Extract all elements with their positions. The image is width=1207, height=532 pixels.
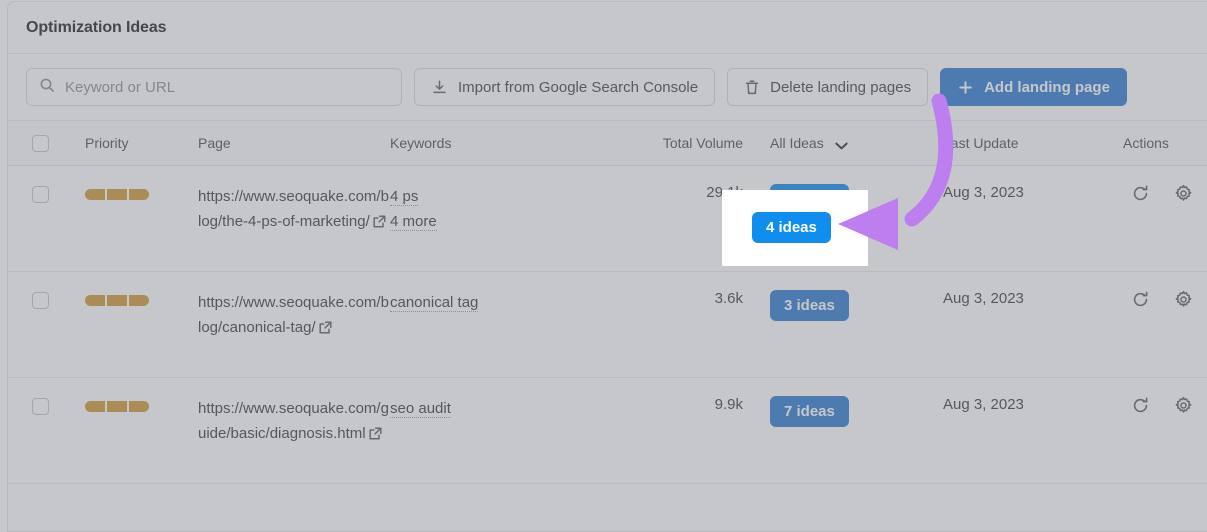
- gear-icon[interactable]: [1174, 290, 1193, 309]
- import-from-gsc-button[interactable]: Import from Google Search Console: [414, 68, 716, 106]
- import-from-gsc-label: Import from Google Search Console: [458, 78, 699, 96]
- search-input-wrapper[interactable]: [26, 68, 402, 106]
- row-select-cell: [8, 396, 73, 415]
- page-cell: https://www.seoquake.com/guide/basic/dia…: [198, 396, 390, 446]
- table-row: https://www.seoquake.com/blog/canonical-…: [8, 272, 1207, 378]
- priority-cell: [73, 396, 198, 412]
- toolbar: Import from Google Search Console Delete…: [8, 54, 1207, 120]
- keywords-cell: canonical tag: [390, 290, 625, 315]
- optimization-ideas-table: Priority Page Keywords Total Volume All …: [8, 120, 1207, 484]
- select-all-cell: [8, 134, 73, 152]
- row-select-cell: [8, 184, 73, 203]
- actions-cell: [1113, 184, 1207, 203]
- priority-segment: [129, 401, 149, 412]
- chevron-down-icon: [834, 142, 848, 150]
- external-link-icon[interactable]: [372, 214, 387, 233]
- page-cell: https://www.seoquake.com/blog/canonical-…: [198, 290, 390, 340]
- optimization-ideas-panel: Optimization Ideas Import from Google: [7, 1, 1207, 532]
- ideas-filter-label: All Ideas: [770, 135, 824, 151]
- priority-bars: [85, 189, 198, 200]
- priority-segment: [129, 189, 149, 200]
- search-icon: [39, 77, 55, 98]
- priority-segment: [85, 295, 105, 306]
- keyword-link[interactable]: canonical tag: [390, 294, 479, 312]
- external-link-icon[interactable]: [318, 320, 333, 339]
- header-page[interactable]: Page: [198, 135, 390, 151]
- select-all-checkbox[interactable]: [32, 134, 49, 152]
- priority-segment: [85, 189, 105, 200]
- last-update-value: Aug 3, 2023: [943, 396, 1024, 413]
- add-landing-page-label: Add landing page: [984, 78, 1110, 96]
- row-checkbox[interactable]: [32, 398, 49, 415]
- row-checkbox[interactable]: [32, 292, 49, 309]
- table-header-row: Priority Page Keywords Total Volume All …: [8, 120, 1207, 166]
- priority-segment: [129, 295, 149, 306]
- keyword-more-link[interactable]: 4 more: [390, 213, 437, 231]
- row-checkbox[interactable]: [32, 186, 49, 203]
- priority-cell: [73, 290, 198, 306]
- refresh-icon[interactable]: [1131, 184, 1150, 203]
- highlighted-ideas-badge[interactable]: 4 ideas: [752, 212, 831, 243]
- ideas-cell: 7 ideas: [743, 396, 943, 427]
- refresh-icon[interactable]: [1131, 396, 1150, 415]
- page-url[interactable]: https://www.seoquake.com/blog/canonical-…: [198, 294, 389, 336]
- delete-landing-pages-button[interactable]: Delete landing pages: [727, 68, 929, 106]
- delete-landing-pages-label: Delete landing pages: [770, 78, 912, 96]
- external-link-icon[interactable]: [368, 426, 383, 445]
- header-actions: Actions: [1123, 135, 1169, 151]
- keyword-link[interactable]: 4 ps: [390, 188, 419, 206]
- total-volume-value: 9.9k: [714, 396, 743, 413]
- trash-icon: [744, 79, 760, 96]
- gear-icon[interactable]: [1174, 396, 1193, 415]
- ideas-badge[interactable]: 3 ideas: [770, 290, 849, 321]
- priority-bars: [85, 401, 198, 412]
- gear-icon[interactable]: [1174, 184, 1193, 203]
- header-keywords[interactable]: Keywords: [390, 135, 625, 151]
- page-url[interactable]: https://www.seoquake.com/guide/basic/dia…: [198, 400, 389, 442]
- ideas-filter-dropdown[interactable]: All Ideas: [743, 135, 943, 151]
- priority-cell: [73, 184, 198, 200]
- actions-cell: [1113, 396, 1207, 415]
- keywords-cell: seo audit: [390, 396, 625, 421]
- priority-segment: [107, 189, 127, 200]
- table-row: https://www.seoquake.com/guide/basic/dia…: [8, 378, 1207, 484]
- header-total-volume[interactable]: Total Volume: [625, 135, 743, 151]
- priority-segment: [85, 401, 105, 412]
- header-priority[interactable]: Priority: [73, 135, 198, 151]
- ideas-badge[interactable]: 7 ideas: [770, 396, 849, 427]
- plus-icon: [957, 79, 974, 96]
- add-landing-page-button[interactable]: Add landing page: [940, 68, 1127, 106]
- page-title: Optimization Ideas: [26, 18, 167, 36]
- download-icon: [431, 79, 448, 96]
- last-update-value: Aug 3, 2023: [943, 184, 1024, 201]
- ideas-cell: 3 ideas: [743, 290, 943, 321]
- priority-segment: [107, 295, 127, 306]
- priority-segment: [107, 401, 127, 412]
- total-volume-value: 3.6k: [714, 290, 743, 307]
- page-cell: https://www.seoquake.com/blog/the-4-ps-o…: [198, 184, 390, 234]
- actions-cell: [1113, 290, 1207, 309]
- page-url[interactable]: https://www.seoquake.com/blog/the-4-ps-o…: [198, 188, 389, 230]
- refresh-icon[interactable]: [1131, 290, 1150, 309]
- application-root: Optimization Ideas Import from Google: [0, 0, 1207, 532]
- row-select-cell: [8, 290, 73, 309]
- table-row: https://www.seoquake.com/blog/the-4-ps-o…: [8, 166, 1207, 272]
- header-last-update[interactable]: Last Update: [943, 135, 1113, 151]
- last-update-value: Aug 3, 2023: [943, 290, 1024, 307]
- keyword-link[interactable]: seo audit: [390, 400, 451, 418]
- card-header: Optimization Ideas: [8, 2, 1207, 54]
- search-input[interactable]: [65, 78, 389, 96]
- spotlight-highlight: 4 ideas: [722, 190, 868, 266]
- priority-bars: [85, 295, 198, 306]
- keywords-cell: 4 ps 4 more: [390, 184, 625, 234]
- spotlight-badge-wrapper: 4 ideas: [752, 212, 831, 243]
